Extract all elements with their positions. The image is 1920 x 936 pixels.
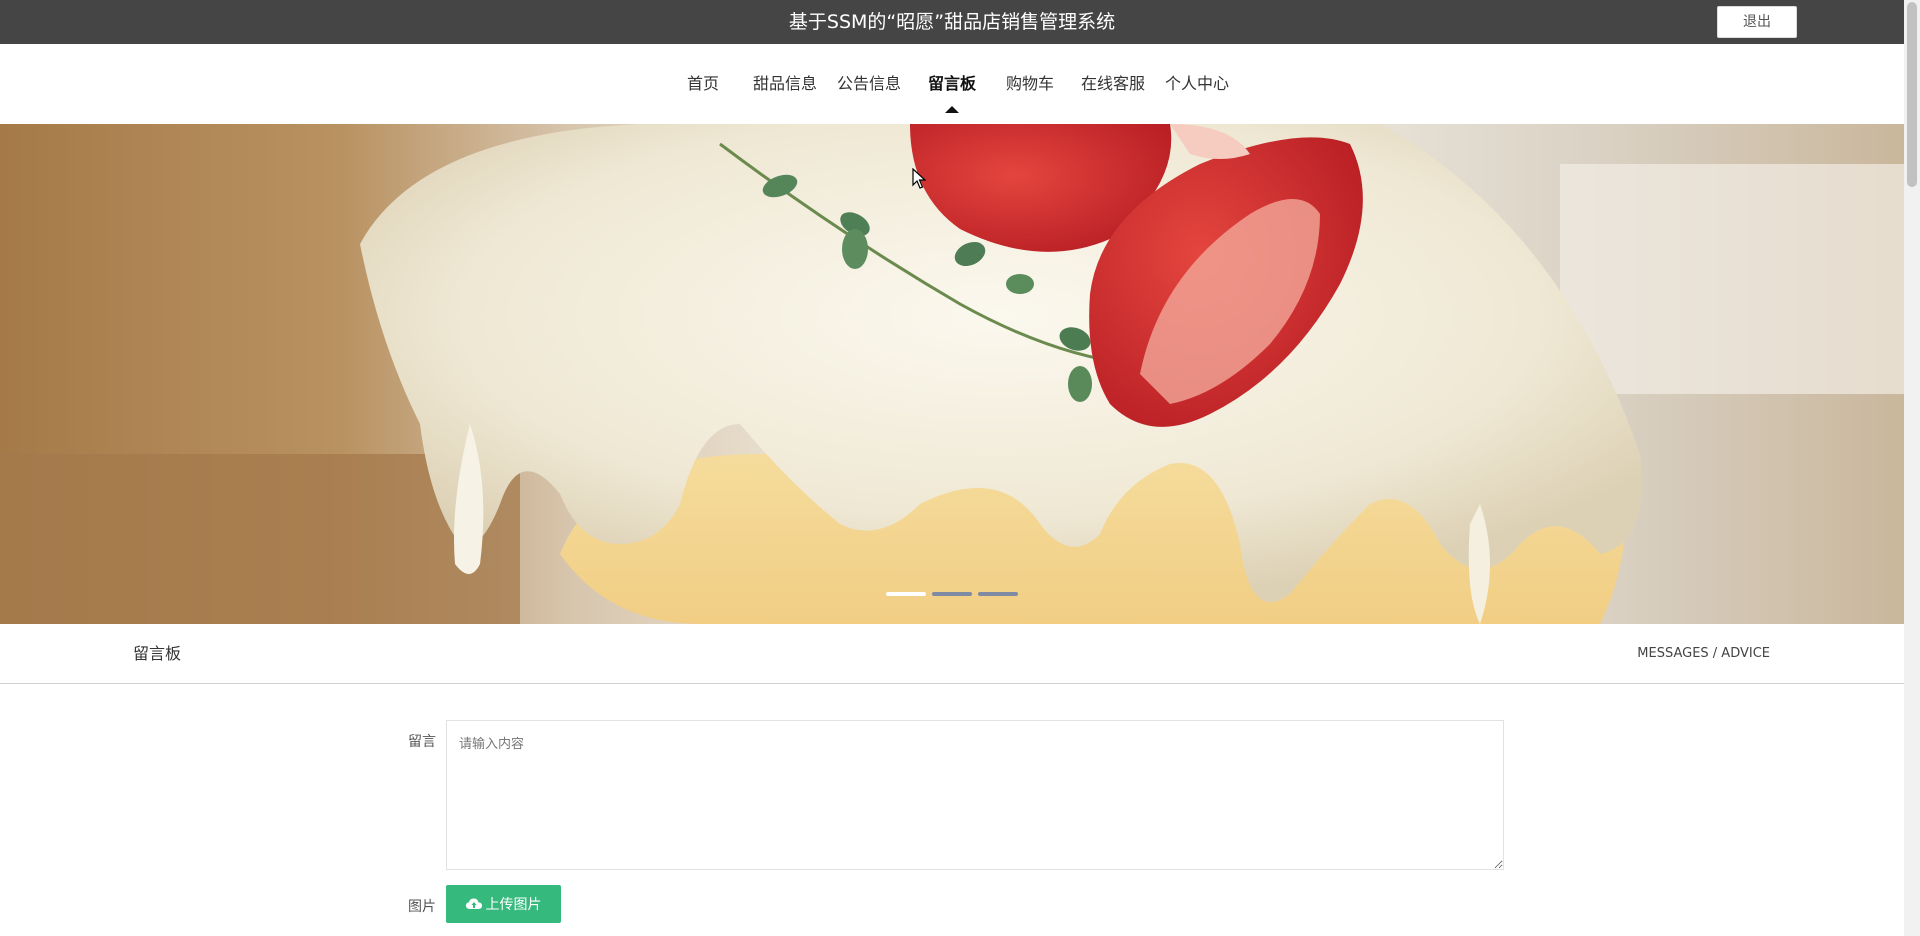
message-label: 留言 [408,734,436,750]
section-header: 留言板 MESSAGES / ADVICE [0,624,1904,684]
nav-item-message-board-label: 留言板 [928,74,977,93]
main-nav: 首页 甜品信息 公告信息 留言板 购物车 在线客服 个人中心 [0,44,1904,124]
nav-item-announcements[interactable]: 公告信息 [837,44,901,124]
cake-banner-image [0,124,1904,624]
top-header-bar: 基于SSM的“昭愿”甜品店销售管理系统 退出 [0,0,1904,44]
active-caret-icon [945,106,959,113]
banner-carousel[interactable] [0,124,1904,624]
cloud-upload-icon [465,898,482,909]
carousel-dot-3[interactable] [978,592,1018,596]
nav-item-cart[interactable]: 购物车 [1006,44,1054,124]
carousel-dot-1[interactable] [886,592,926,596]
upload-image-label: 上传图片 [485,897,542,913]
logout-button[interactable]: 退出 [1717,6,1797,38]
scrollbar-thumb[interactable] [1907,2,1917,187]
message-form: 留言 图片 上传图片 [0,685,1904,936]
mouse-cursor-icon [912,168,926,189]
carousel-indicators [0,592,1904,598]
nav-item-dessert-info[interactable]: 甜品信息 [753,44,817,124]
site-title: 基于SSM的“昭愿”甜品店销售管理系统 [788,11,1116,33]
nav-item-home[interactable]: 首页 [687,44,719,124]
nav-item-personal-center[interactable]: 个人中心 [1165,44,1229,124]
image-label: 图片 [408,899,436,915]
message-textarea[interactable] [446,720,1504,870]
section-subtitle: MESSAGES / ADVICE [1637,646,1770,661]
upload-image-button[interactable]: 上传图片 [446,885,561,923]
page-scrollbar[interactable] [1904,0,1920,936]
nav-item-online-service[interactable]: 在线客服 [1081,44,1145,124]
carousel-dot-2[interactable] [932,592,972,596]
section-title: 留言板 [133,644,182,663]
nav-item-message-board[interactable]: 留言板 [928,44,976,124]
